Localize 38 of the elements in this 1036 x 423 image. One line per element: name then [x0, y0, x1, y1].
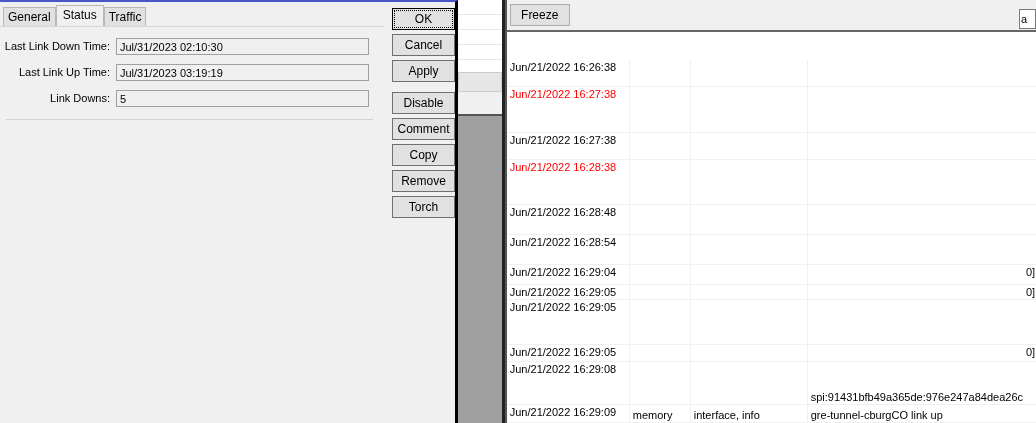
log-text: 0]: [1026, 286, 1036, 298]
log-time: Jun/21/2022 16:28:54: [509, 236, 617, 248]
value-field[interactable]: 5: [116, 89, 369, 107]
dialog-button[interactable]: Cancel: [392, 34, 455, 56]
dialog-button[interactable]: Comment: [392, 118, 455, 140]
dialog-button[interactable]: Copy: [392, 144, 455, 166]
log-text: 0]: [1026, 346, 1036, 358]
field-label: Last Link Down Time:: [3, 40, 111, 52]
dialog-button[interactable]: Remove: [392, 170, 455, 192]
field-label: Last Link Up Time:: [17, 66, 111, 78]
tab[interactable]: Status: [55, 5, 104, 26]
tab[interactable]: General: [3, 7, 56, 26]
dialog-button[interactable]: Apply: [392, 60, 455, 82]
value-field[interactable]: Jul/31/2023 03:19:19: [116, 63, 369, 81]
tab[interactable]: Traffic: [103, 7, 147, 26]
log-time: Jun/21/2022 16:29:09: [509, 406, 617, 418]
log-time: Jun/21/2022 16:27:38: [509, 88, 617, 100]
log-time: Jun/21/2022 16:29:05: [509, 301, 617, 313]
filter-field[interactable]: a: [1019, 9, 1036, 29]
log-time: Jun/21/2022 16:29:05: [509, 286, 617, 298]
log-text: 0]: [1026, 266, 1036, 278]
log-buffer: memory: [632, 409, 673, 421]
value-field[interactable]: Jul/31/2023 02:10:30: [116, 37, 369, 55]
log-time: Jun/21/2022 16:28:38: [509, 161, 617, 173]
log-message: spi:91431bfb49a365de:976e247a84dea26c: [810, 391, 1023, 403]
log-time: Jun/21/2022 16:29:04: [509, 266, 617, 278]
log-message: gre-tunnel-cburgCO link up: [810, 409, 943, 421]
log-time: Jun/21/2022 16:29:05: [509, 346, 617, 358]
freeze-button[interactable]: Freeze: [509, 4, 570, 26]
dialog-button[interactable]: Disable: [392, 92, 455, 114]
log-time: Jun/21/2022 16:27:38: [509, 134, 617, 146]
log-topics: interface, info: [693, 409, 760, 421]
log-time: Jun/21/2022 16:28:48: [509, 206, 617, 218]
log-time: Jun/21/2022 16:26:38: [509, 61, 617, 73]
dialog-button[interactable]: Torch: [392, 196, 455, 218]
field-label: Link Downs:: [49, 92, 111, 104]
log-time: Jun/21/2022 16:29:08: [509, 363, 617, 375]
dialog-button[interactable]: OK: [392, 8, 455, 30]
